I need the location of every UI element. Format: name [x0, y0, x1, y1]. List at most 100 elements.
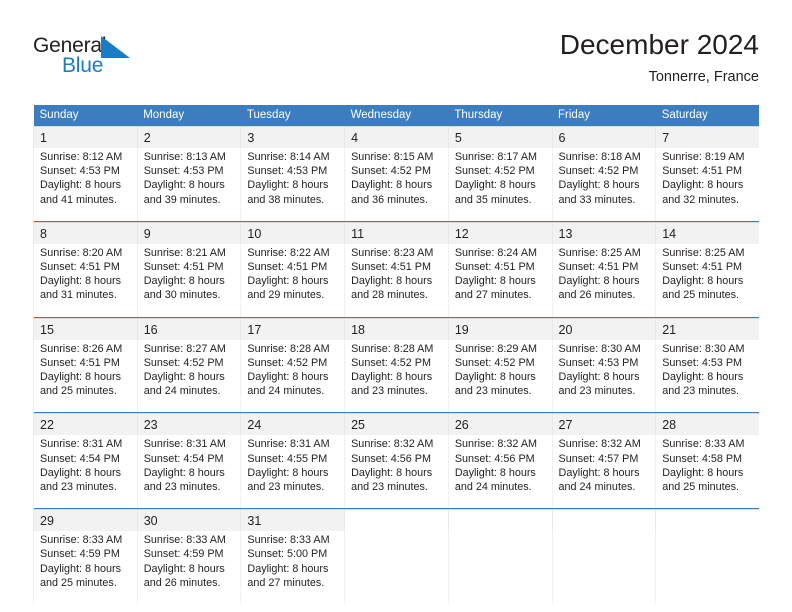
- weekday-header-wednesday: Wednesday: [344, 105, 449, 127]
- day-cell[interactable]: Sunrise: 8:32 AM Sunset: 4:57 PM Dayligh…: [551, 435, 656, 509]
- day-number[interactable]: 30: [136, 509, 241, 532]
- day-cell[interactable]: Sunrise: 8:20 AM Sunset: 4:51 PM Dayligh…: [33, 243, 138, 317]
- day-number[interactable]: 17: [240, 317, 345, 340]
- day-number[interactable]: 2: [136, 126, 241, 148]
- day-cell[interactable]: Sunrise: 8:24 AM Sunset: 4:51 PM Dayligh…: [447, 243, 553, 317]
- day-cell[interactable]: Sunrise: 8:26 AM Sunset: 4:51 PM Dayligh…: [33, 339, 138, 413]
- day-cell[interactable]: Sunrise: 8:32 AM Sunset: 4:56 PM Dayligh…: [447, 435, 553, 509]
- day-cell[interactable]: Sunrise: 8:23 AM Sunset: 4:51 PM Dayligh…: [344, 243, 449, 317]
- day-number[interactable]: 1: [33, 126, 138, 148]
- daylight-text-2: and 25 minutes.: [662, 481, 740, 494]
- day-cell[interactable]: Sunrise: 8:15 AM Sunset: 4:52 PM Dayligh…: [344, 148, 449, 221]
- day-number[interactable]: 20: [551, 317, 656, 340]
- daylight-text-2: and 29 minutes.: [247, 289, 325, 302]
- daylight-text-1: Daylight: 8 hours: [558, 371, 640, 384]
- daylight-text-2: and 41 minutes.: [40, 193, 117, 206]
- day-cell[interactable]: Sunrise: 8:29 AM Sunset: 4:52 PM Dayligh…: [447, 339, 553, 413]
- weekday-header-saturday: Saturday: [655, 105, 760, 127]
- sunset-text: Sunset: 4:56 PM: [454, 452, 535, 465]
- calendar-body: 1 2 3 4 5 6 7 Sunrise: 8:12 AM Sunset: 4…: [33, 126, 760, 605]
- day-cell[interactable]: Sunrise: 8:33 AM Sunset: 4:59 PM Dayligh…: [33, 531, 138, 605]
- daylight-text-1: Daylight: 8 hours: [454, 275, 536, 288]
- day-number-empty: [344, 509, 449, 532]
- day-cell[interactable]: Sunrise: 8:33 AM Sunset: 5:00 PM Dayligh…: [240, 531, 345, 605]
- sunset-text: Sunset: 4:53 PM: [247, 165, 328, 178]
- week-row-daynumbers: 15 16 17 18 19 20 21: [33, 317, 760, 340]
- daylight-text-1: Daylight: 8 hours: [143, 371, 225, 384]
- daylight-text-2: and 30 minutes.: [143, 289, 221, 302]
- daylight-text-1: Daylight: 8 hours: [351, 179, 433, 192]
- day-cell[interactable]: Sunrise: 8:32 AM Sunset: 4:56 PM Dayligh…: [344, 435, 449, 509]
- day-number[interactable]: 15: [33, 317, 138, 340]
- sunrise-text: Sunrise: 8:31 AM: [143, 438, 226, 451]
- day-cell[interactable]: Sunrise: 8:31 AM Sunset: 4:55 PM Dayligh…: [240, 435, 345, 509]
- week-row-details: Sunrise: 8:31 AM Sunset: 4:54 PM Dayligh…: [33, 435, 760, 509]
- day-number-empty: [551, 509, 656, 532]
- day-cell[interactable]: Sunrise: 8:25 AM Sunset: 4:51 PM Dayligh…: [551, 243, 656, 317]
- general-blue-logo[interactable]: General Blue: [33, 34, 163, 84]
- day-number[interactable]: 4: [344, 126, 449, 148]
- day-number[interactable]: 5: [447, 126, 553, 148]
- sunset-text: Sunset: 4:52 PM: [247, 356, 328, 369]
- day-number[interactable]: 25: [344, 413, 449, 436]
- day-number[interactable]: 22: [33, 413, 138, 436]
- day-number[interactable]: 29: [33, 509, 138, 532]
- day-number[interactable]: 19: [447, 317, 553, 340]
- day-number[interactable]: 8: [33, 221, 138, 244]
- day-cell[interactable]: Sunrise: 8:18 AM Sunset: 4:52 PM Dayligh…: [551, 148, 656, 221]
- day-cell[interactable]: Sunrise: 8:19 AM Sunset: 4:51 PM Dayligh…: [655, 148, 760, 221]
- day-number[interactable]: 11: [344, 221, 449, 244]
- sunset-text: Sunset: 4:52 PM: [143, 356, 224, 369]
- day-cell[interactable]: Sunrise: 8:21 AM Sunset: 4:51 PM Dayligh…: [136, 243, 241, 317]
- day-number[interactable]: 9: [136, 221, 241, 244]
- daylight-text-2: and 32 minutes.: [662, 193, 740, 206]
- day-number[interactable]: 31: [240, 509, 345, 532]
- sunrise-text: Sunrise: 8:30 AM: [662, 342, 745, 355]
- daylight-text-1: Daylight: 8 hours: [558, 466, 640, 479]
- day-number[interactable]: 21: [655, 317, 760, 340]
- day-number[interactable]: 18: [344, 317, 449, 340]
- logo-text-blue: Blue: [62, 54, 104, 77]
- day-cell[interactable]: Sunrise: 8:13 AM Sunset: 4:53 PM Dayligh…: [136, 148, 241, 221]
- day-cell[interactable]: Sunrise: 8:31 AM Sunset: 4:54 PM Dayligh…: [33, 435, 138, 509]
- day-number[interactable]: 27: [551, 413, 656, 436]
- day-cell[interactable]: Sunrise: 8:14 AM Sunset: 4:53 PM Dayligh…: [240, 148, 345, 221]
- day-cell[interactable]: Sunrise: 8:33 AM Sunset: 4:58 PM Dayligh…: [655, 435, 760, 509]
- day-number-empty: [447, 509, 553, 532]
- location-subtitle: Tonnerre, France: [648, 69, 759, 85]
- day-number[interactable]: 13: [551, 221, 656, 244]
- day-number[interactable]: 28: [655, 413, 760, 436]
- daylight-text-1: Daylight: 8 hours: [143, 275, 225, 288]
- day-cell[interactable]: Sunrise: 8:22 AM Sunset: 4:51 PM Dayligh…: [240, 243, 345, 317]
- day-cell[interactable]: Sunrise: 8:30 AM Sunset: 4:53 PM Dayligh…: [655, 339, 760, 413]
- sunset-text: Sunset: 4:52 PM: [351, 356, 431, 369]
- daylight-text-2: and 25 minutes.: [662, 289, 740, 302]
- day-number[interactable]: 10: [240, 221, 345, 244]
- day-number[interactable]: 23: [136, 413, 241, 436]
- daylight-text-2: and 24 minutes.: [558, 481, 636, 494]
- day-cell[interactable]: Sunrise: 8:17 AM Sunset: 4:52 PM Dayligh…: [447, 148, 553, 221]
- day-cell[interactable]: Sunrise: 8:28 AM Sunset: 4:52 PM Dayligh…: [240, 339, 345, 413]
- day-cell[interactable]: Sunrise: 8:31 AM Sunset: 4:54 PM Dayligh…: [136, 435, 241, 509]
- day-number[interactable]: 3: [240, 126, 345, 148]
- day-number[interactable]: 14: [655, 221, 760, 244]
- daylight-text-2: and 23 minutes.: [40, 481, 117, 494]
- week-row-details: Sunrise: 8:12 AM Sunset: 4:53 PM Dayligh…: [33, 148, 760, 221]
- day-cell[interactable]: Sunrise: 8:33 AM Sunset: 4:59 PM Dayligh…: [136, 531, 241, 605]
- day-number[interactable]: 6: [551, 126, 656, 148]
- day-number[interactable]: 16: [136, 317, 241, 340]
- daylight-text-1: Daylight: 8 hours: [558, 179, 640, 192]
- day-number[interactable]: 26: [447, 413, 553, 436]
- day-cell[interactable]: Sunrise: 8:30 AM Sunset: 4:53 PM Dayligh…: [551, 339, 656, 413]
- weekday-header-tuesday: Tuesday: [240, 105, 345, 127]
- day-number[interactable]: 12: [447, 221, 553, 244]
- daylight-text-1: Daylight: 8 hours: [454, 466, 536, 479]
- day-number[interactable]: 24: [240, 413, 345, 436]
- day-cell[interactable]: Sunrise: 8:12 AM Sunset: 4:53 PM Dayligh…: [33, 148, 138, 221]
- daylight-text-2: and 35 minutes.: [454, 193, 532, 206]
- day-cell[interactable]: Sunrise: 8:27 AM Sunset: 4:52 PM Dayligh…: [136, 339, 241, 413]
- day-number[interactable]: 7: [655, 126, 760, 148]
- sunrise-text: Sunrise: 8:31 AM: [247, 438, 330, 451]
- day-cell[interactable]: Sunrise: 8:25 AM Sunset: 4:51 PM Dayligh…: [655, 243, 760, 317]
- day-cell[interactable]: Sunrise: 8:28 AM Sunset: 4:52 PM Dayligh…: [344, 339, 449, 413]
